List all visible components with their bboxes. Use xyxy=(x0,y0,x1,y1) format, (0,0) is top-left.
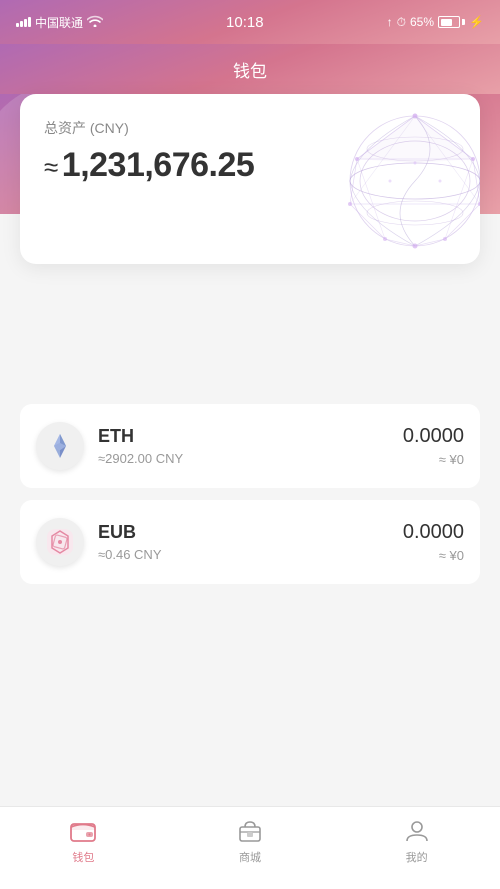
page-header: 钱包 xyxy=(0,44,500,94)
approx-symbol: ≈ xyxy=(44,152,58,182)
charging-icon: ⚡ xyxy=(469,15,484,29)
battery-icon xyxy=(438,16,465,28)
token-list: ETH ≈2902.00 CNY 0.0000 ≈ ¥0 xyxy=(0,404,500,584)
wallet-card-container: 总资产 (CNY) ≈1,231,676.25 xyxy=(20,94,480,264)
bottom-nav: 钱包 商城 我的 xyxy=(0,806,500,889)
shop-nav-icon xyxy=(236,817,264,845)
wifi-icon xyxy=(87,15,103,30)
token-name-eth: ETH xyxy=(98,426,403,447)
token-price-eth: ≈2902.00 CNY xyxy=(98,451,403,466)
status-right: ↑ ⏱ 65% ⚡ xyxy=(387,15,484,30)
status-bar: 中国联通 10:18 ↑ ⏱ 65% ⚡ xyxy=(0,0,500,44)
token-item-eub[interactable]: EUB ≈0.46 CNY 0.0000 ≈ ¥0 xyxy=(20,500,480,584)
status-left: 中国联通 xyxy=(16,14,103,31)
time-label: 10:18 xyxy=(226,14,264,31)
token-icon-eub xyxy=(36,518,84,566)
nav-item-profile[interactable]: 我的 xyxy=(333,817,500,865)
nav-item-shop[interactable]: 商城 xyxy=(167,817,334,865)
token-balance-eth: 0.0000 ≈ ¥0 xyxy=(403,425,464,467)
token-name-eub: EUB xyxy=(98,522,403,543)
page-title: 钱包 xyxy=(233,57,267,82)
token-price-eub: ≈0.46 CNY xyxy=(98,547,403,562)
battery-label: 65% xyxy=(410,15,434,29)
profile-nav-icon xyxy=(403,817,431,845)
wallet-nav-icon xyxy=(69,817,97,845)
token-item-eth[interactable]: ETH ≈2902.00 CNY 0.0000 ≈ ¥0 xyxy=(20,404,480,488)
token-icon-eth xyxy=(36,422,84,470)
token-cny-eub: ≈ ¥0 xyxy=(403,548,464,563)
token-balance-eub: 0.0000 ≈ ¥0 xyxy=(403,521,464,563)
token-amount-eub: 0.0000 xyxy=(403,521,464,544)
signal-icon xyxy=(16,17,31,27)
token-amount-eth: 0.0000 xyxy=(403,425,464,448)
token-info-eub: EUB ≈0.46 CNY xyxy=(98,522,403,562)
shop-nav-label: 商城 xyxy=(239,849,261,865)
wallet-card[interactable]: 总资产 (CNY) ≈1,231,676.25 xyxy=(20,94,480,264)
profile-nav-label: 我的 xyxy=(406,849,428,865)
nav-item-wallet[interactable]: 钱包 xyxy=(0,817,167,865)
carrier-label: 中国联通 xyxy=(35,14,83,31)
content-area: ETH ≈2902.00 CNY 0.0000 ≈ ¥0 xyxy=(0,344,500,584)
clock-icon: ⏱ xyxy=(397,15,406,30)
sphere-decoration xyxy=(325,99,480,259)
token-info-eth: ETH ≈2902.00 CNY xyxy=(98,426,403,466)
location-icon: ↑ xyxy=(387,15,393,29)
token-cny-eth: ≈ ¥0 xyxy=(403,452,464,467)
wallet-nav-label: 钱包 xyxy=(72,849,94,865)
